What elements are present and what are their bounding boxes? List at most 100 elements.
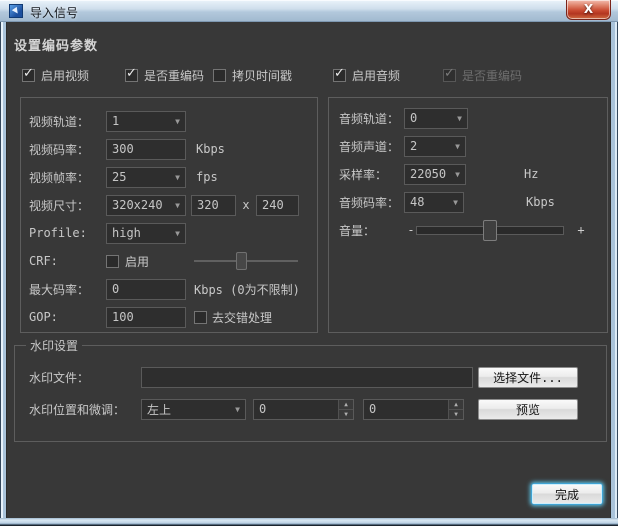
video-track-select[interactable]: 1 ▼ [106, 111, 186, 132]
choose-file-label: 选择文件... [493, 369, 563, 386]
volume-label: 音量： [339, 222, 404, 239]
reencode-video-label: 是否重编码 [144, 67, 204, 84]
preview-button[interactable]: 预览 [478, 399, 578, 420]
profile-label: Profile: [29, 226, 106, 240]
video-size-label: 视频尺寸： [29, 197, 106, 214]
samplerate-unit: Hz [524, 167, 538, 181]
app-icon [9, 4, 23, 18]
spinner-up-icon[interactable]: ▲ [449, 400, 463, 410]
deinterlace-checkbox[interactable] [194, 311, 207, 324]
video-width-input[interactable] [191, 195, 236, 216]
check-icon: ✓ [444, 66, 455, 81]
done-button[interactable]: 完成 [531, 483, 603, 505]
video-framerate-unit: fps [196, 170, 218, 184]
audio-channels-value: 2 [410, 139, 417, 153]
audio-track-select[interactable]: 0 ▼ [404, 108, 468, 129]
crf-slider[interactable] [194, 252, 298, 270]
chevron-down-icon: ▼ [457, 114, 462, 123]
checkbox: ✓ [443, 69, 456, 82]
window-title: 导入信号 [30, 4, 78, 21]
audio-channels-label: 音频声道： [339, 138, 404, 155]
samplerate-value: 22050 [410, 167, 446, 181]
watermark-offset-x-spinner[interactable]: 0 ▲ ▼ [253, 399, 354, 420]
video-bitrate-input[interactable] [106, 139, 186, 160]
volume-minus[interactable]: - [406, 223, 416, 237]
checkbox[interactable]: ✓ [125, 69, 138, 82]
video-settings-group: 视频轨道： 1 ▼ 视频码率： Kbps 视频帧率： 25 ▼ fps [20, 97, 318, 333]
watermark-group: 水印设置 水印文件： 选择文件... 水印位置和微调： 左上 ▼ 0 ▲ [14, 345, 607, 442]
checkbox[interactable]: ✓ [22, 69, 35, 82]
done-label: 完成 [555, 486, 579, 503]
deinterlace-label: 去交错处理 [212, 309, 272, 326]
enable-video-checkbox[interactable]: ✓ 启用视频 [22, 67, 89, 84]
watermark-group-label: 水印设置 [26, 337, 82, 354]
enable-audio-checkbox[interactable]: ✓ 启用音频 [333, 67, 400, 84]
gop-input[interactable] [106, 307, 186, 328]
chevron-down-icon: ▼ [175, 229, 180, 238]
volume-plus[interactable]: + [576, 223, 586, 237]
video-framerate-select[interactable]: 25 ▼ [106, 167, 186, 188]
close-button[interactable]: X [566, 0, 611, 20]
copy-timestamp-checkbox[interactable]: 拷贝时间戳 [213, 67, 292, 84]
checkbox[interactable]: ✓ [333, 69, 346, 82]
gop-label: GOP: [29, 310, 106, 324]
check-icon: ✓ [334, 66, 345, 81]
samplerate-select[interactable]: 22050 ▼ [404, 164, 466, 185]
crf-enable-label: 启用 [125, 253, 149, 270]
watermark-position-select[interactable]: 左上 ▼ [141, 399, 246, 420]
watermark-file-input[interactable] [141, 367, 473, 388]
watermark-position-value: 左上 [147, 401, 171, 418]
video-framerate-label: 视频帧率： [29, 169, 106, 186]
enable-audio-label: 启用音频 [352, 67, 400, 84]
max-bitrate-unit: Kbps (0为不限制) [194, 281, 300, 298]
video-height-input[interactable] [256, 195, 299, 216]
size-separator: x [236, 198, 256, 212]
checkbox[interactable] [213, 69, 226, 82]
preview-label: 预览 [516, 401, 540, 418]
spinner-down-icon[interactable]: ▼ [339, 410, 353, 419]
reencode-video-checkbox[interactable]: ✓ 是否重编码 [125, 67, 204, 84]
offset-y-value[interactable]: 0 [364, 400, 448, 419]
chevron-down-icon: ▼ [453, 198, 458, 207]
audio-bitrate-value: 48 [410, 195, 424, 209]
chevron-down-icon: ▼ [175, 201, 180, 210]
video-bitrate-label: 视频码率： [29, 141, 106, 158]
crf-slider-thumb[interactable] [236, 252, 247, 270]
volume-slider-thumb[interactable] [483, 220, 497, 241]
audio-track-value: 0 [410, 111, 417, 125]
audio-settings-group: 音频轨道： 0 ▼ 音频声道： 2 ▼ 采样率： 22050 ▼ H [328, 97, 608, 333]
audio-track-label: 音频轨道： [339, 110, 404, 127]
offset-x-value[interactable]: 0 [254, 400, 338, 419]
max-bitrate-label: 最大码率： [29, 281, 106, 298]
audio-bitrate-select[interactable]: 48 ▼ [404, 192, 464, 213]
video-track-label: 视频轨道： [29, 113, 106, 130]
chevron-down-icon: ▼ [175, 117, 180, 126]
crf-enable-checkbox[interactable] [106, 255, 119, 268]
section-title: 设置编码参数 [14, 35, 98, 54]
dialog-body: 设置编码参数 ✓ 启用视频 ✓ 是否重编码 拷贝时间戳 ✓ 启用音频 ✓ 是否重… [7, 22, 610, 518]
watermark-offset-y-spinner[interactable]: 0 ▲ ▼ [363, 399, 464, 420]
video-framerate-value: 25 [112, 170, 126, 184]
audio-bitrate-unit: Kbps [526, 195, 555, 209]
watermark-file-label: 水印文件： [29, 369, 141, 386]
enable-video-label: 启用视频 [41, 67, 89, 84]
audio-bitrate-label: 音频码率： [339, 194, 404, 211]
max-bitrate-input[interactable] [106, 279, 186, 300]
crf-label: CRF: [29, 254, 106, 268]
profile-select[interactable]: high ▼ [106, 223, 186, 244]
window-frame-left [0, 22, 7, 526]
window-frame-bottom [0, 518, 618, 526]
samplerate-label: 采样率： [339, 166, 404, 183]
chevron-down-icon: ▼ [455, 142, 460, 151]
video-size-select[interactable]: 320x240 ▼ [106, 195, 186, 216]
import-signal-dialog: 导入信号 X 设置编码参数 ✓ 启用视频 ✓ 是否重编码 拷贝时间戳 ✓ 启用音… [0, 0, 618, 526]
spinner-down-icon[interactable]: ▼ [449, 410, 463, 419]
volume-slider[interactable] [416, 226, 564, 235]
copy-timestamp-label: 拷贝时间戳 [232, 67, 292, 84]
choose-file-button[interactable]: 选择文件... [478, 367, 578, 388]
audio-channels-select[interactable]: 2 ▼ [404, 136, 466, 157]
spinner-up-icon[interactable]: ▲ [339, 400, 353, 410]
reencode-audio-checkbox: ✓ 是否重编码 [443, 67, 522, 84]
title-bar[interactable]: 导入信号 X [0, 0, 618, 22]
video-bitrate-unit: Kbps [196, 142, 225, 156]
